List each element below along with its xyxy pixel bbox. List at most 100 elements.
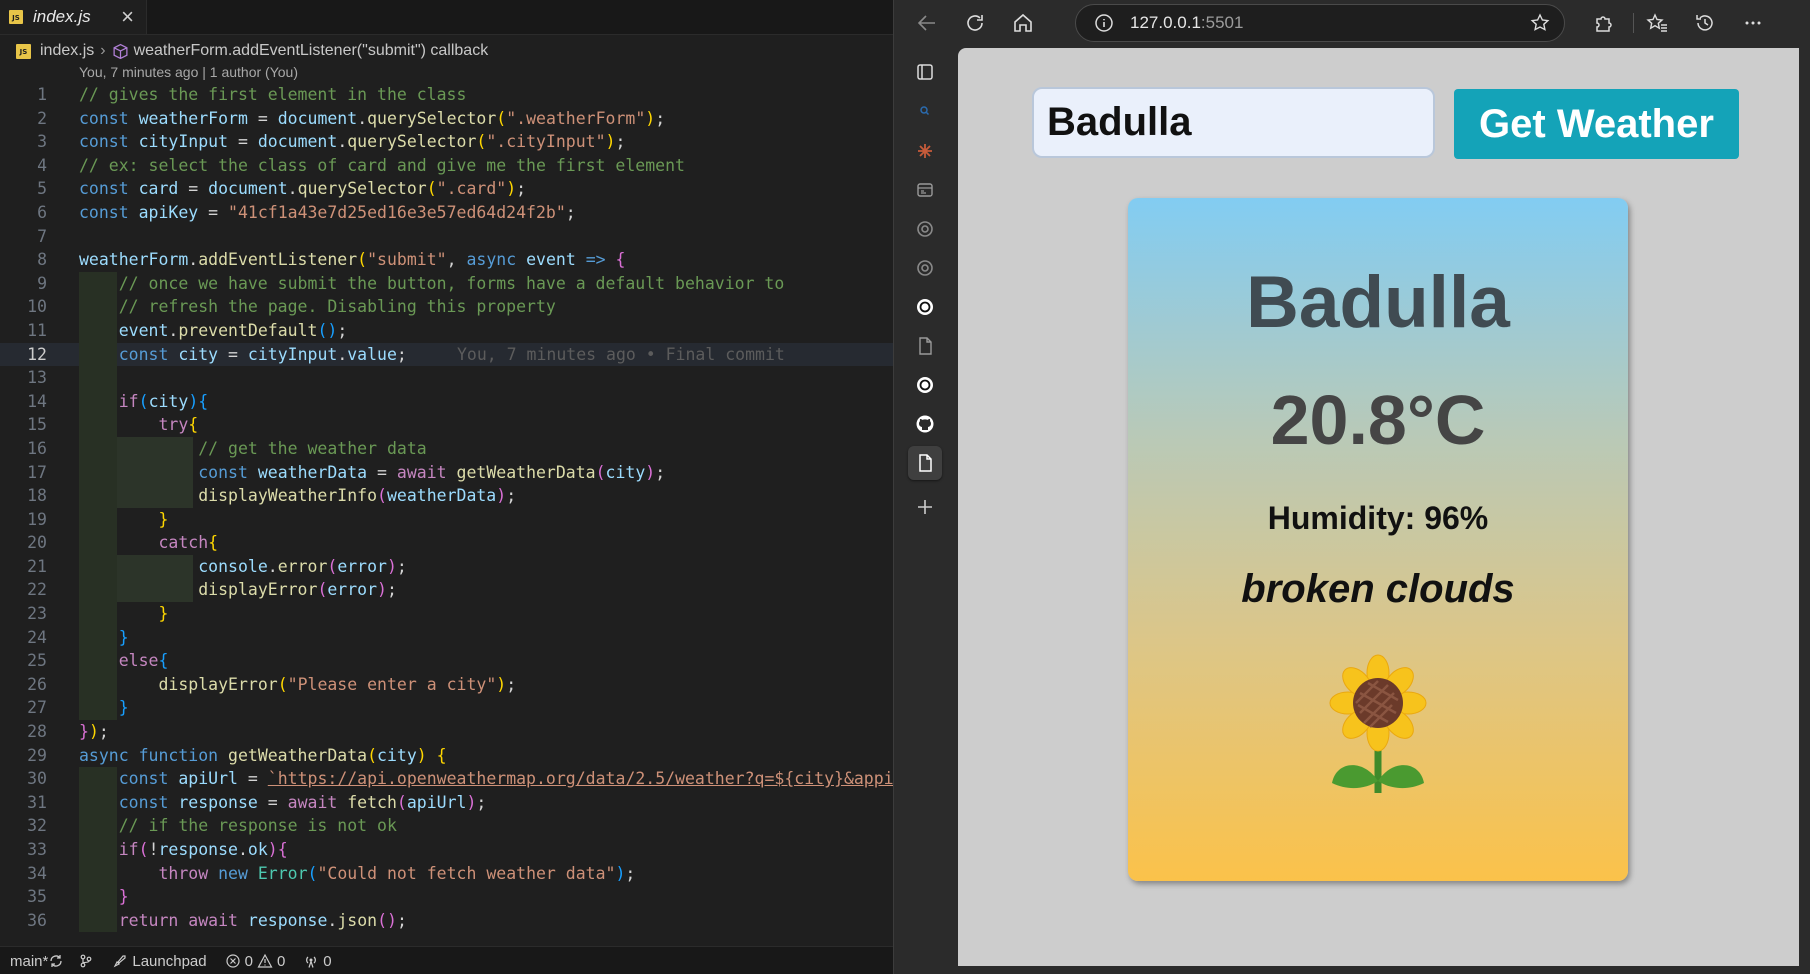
sidebar-app-window[interactable] [908,173,942,207]
code-token: event [526,250,586,270]
url-text[interactable]: 127.0.0.1:5501 [1130,13,1243,33]
code-line[interactable]: 3 const cityInput = document.querySelecto… [0,130,893,154]
sidebar-document-2[interactable] [908,446,942,480]
address-bar[interactable]: 127.0.0.1:5501 [1075,4,1565,42]
line-content: } [79,696,129,720]
sidebar-document-1[interactable] [908,329,942,363]
home-button[interactable] [1012,12,1034,34]
code-token: else [118,651,159,671]
code-line[interactable]: 24 } [0,625,893,650]
ports-status[interactable]: 0 [303,953,332,970]
code-line[interactable]: 31 const response = await fetch(apiUrl); [0,790,893,815]
plus-icon [918,500,932,514]
codelens-blame[interactable]: You, 7 minutes ago | 1 author (You) [79,64,298,80]
code-token: ) [267,840,278,859]
code-token: json [337,910,378,930]
sidebar-claude[interactable] [908,134,942,168]
favorites-button[interactable] [1646,12,1668,34]
code-line[interactable]: 32 // if the response is not ok [0,814,893,838]
more-button[interactable] [1742,12,1764,34]
warning-icon [257,953,273,968]
launchpad-status[interactable]: Launchpad [112,953,207,970]
accounts-status[interactable] [78,953,94,969]
code-line[interactable]: 19 } [0,507,893,532]
get-weather-button[interactable]: Get Weather [1454,89,1739,159]
tab-label: index.js [33,7,91,26]
code-line[interactable]: 26 displayError("Please enter a city"); [0,672,893,697]
line-content: const apiUrl = `https://api.openweatherm… [79,767,893,791]
code-area[interactable]: 1 // gives the first element in the class… [0,83,893,933]
line-number: 10 [27,297,47,317]
sidebar-add[interactable] [908,490,942,524]
code-line[interactable]: 6 const apiKey = "41cf1a43e7d25ed16e3e57e… [0,201,893,225]
sidebar-chatgpt-4[interactable] [908,368,942,402]
code-line[interactable]: 7 [0,225,893,249]
code-line[interactable]: 10 // refresh the page. Disabling this p… [0,295,893,319]
code-token: ( [377,486,387,506]
sidebar-github[interactable] [908,407,942,441]
code-line[interactable]: 13 [0,366,893,390]
refresh-button[interactable] [964,12,986,34]
close-icon[interactable]: × [121,6,134,28]
rocket-icon [114,955,126,968]
code-line[interactable]: 27 } [0,696,893,721]
line-content: } [79,626,129,650]
code-line[interactable]: 4 // ex: select the class of card and giv… [0,154,893,178]
code-line[interactable]: 35 } [0,885,893,909]
code-line[interactable]: 23 } [0,602,893,626]
code-line[interactable]: 25 else{ [0,649,893,673]
sidebar-search[interactable] [908,94,942,128]
sidebar-chatgpt-1[interactable] [908,212,942,246]
code-line[interactable]: 22 displayError(error); [0,578,893,603]
code-line[interactable]: 30 const apiUrl = `https://api.openweath… [0,767,893,791]
code-token: document [257,132,338,152]
document-icon [919,337,932,355]
problems-status[interactable]: 0 0 [225,953,285,970]
code-line[interactable]: 16 // get the weather data [0,436,893,461]
back-button[interactable] [916,12,938,34]
extensions-button[interactable] [1593,12,1615,34]
line-content: return await response.json(); [79,909,407,933]
history-button[interactable] [1694,12,1716,34]
code-line[interactable]: 36 return await response.json(); [0,908,893,933]
code-token: try [158,415,189,435]
sidebar-tab-actions[interactable] [908,55,942,89]
favorite-star-icon[interactable] [1530,13,1550,33]
code-line[interactable]: 20 catch{ [0,531,893,555]
code-line[interactable]: 8 weatherForm.addEventListener("submit", … [0,248,893,272]
code-line[interactable]: 33 if(!response.ok){ [0,838,893,862]
code-line[interactable]: 21 console.error(error); [0,554,893,579]
code-line[interactable]: 2 const weatherForm = document.querySelec… [0,107,893,131]
branch-status[interactable]: main* [6,953,64,970]
code-line[interactable]: 29 async function getWeatherData(city) { [0,744,893,768]
line-content: else{ [79,649,169,673]
code-line[interactable]: 5 const card = document.querySelector(".c… [0,177,893,201]
city-input[interactable] [1032,87,1435,158]
info-icon[interactable] [1094,13,1114,33]
code-token: ! [148,840,159,859]
code-line[interactable]: 14 if(city){ [0,389,893,414]
sidebar-chatgpt-2[interactable] [908,251,942,285]
breadcrumb-symbol[interactable]: weatherForm.addEventListener("submit") c… [134,42,489,60]
inline-blame[interactable]: You, 7 minutes ago • Final commit [457,343,785,367]
code-line[interactable]: 1 // gives the first element in the class [0,83,893,107]
code-token: city [377,745,417,765]
line-content: } [79,508,168,532]
code-line[interactable]: 18 displayWeatherInfo(weatherData); [0,484,893,508]
code-line[interactable]: 17 const weatherData = await getWeatherD… [0,460,893,485]
code-line[interactable]: 28}); [0,720,893,744]
breadcrumb-file[interactable]: index.js [40,42,94,60]
sidebar-chatgpt-3[interactable] [908,290,942,324]
code-token: = [228,344,248,364]
chatgpt-icon [917,377,933,393]
code-line[interactable]: 11 event.preventDefault(); [0,318,893,343]
code-line[interactable]: 15 try{ [0,413,893,437]
code-line[interactable]: 34 throw new Error("Could not fetch weat… [0,861,893,886]
tab-index-js[interactable]: JS index.js × [0,0,147,34]
humidity: Humidity: 96% [1267,500,1489,536]
code-token: { [198,391,209,411]
code-line[interactable]: 9 // once we have submit the button, for… [0,271,893,296]
line-number: 3 [37,132,47,152]
code-token: preventDefault [178,320,318,340]
code-line[interactable]: 12 const city = cityInput.value; You, 7 m… [0,342,893,367]
